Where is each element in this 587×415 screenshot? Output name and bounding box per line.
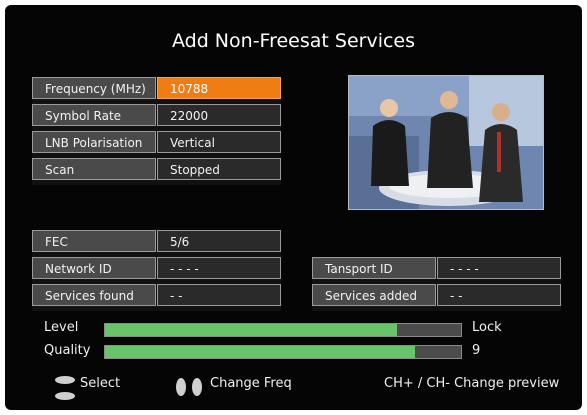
level-status: Lock <box>472 320 502 335</box>
services-added-value: - - <box>437 284 561 306</box>
level-bar-fill <box>105 324 397 336</box>
info-row-services-found: Services found - - <box>32 284 281 308</box>
polarisation-value[interactable]: Vertical <box>157 131 281 153</box>
network-id-value: - - - - <box>157 257 281 279</box>
channel-preview <box>348 75 544 210</box>
scan-label: Scan <box>32 158 156 180</box>
scan-value[interactable]: Stopped <box>157 158 281 180</box>
info-row-services-added: Services added - - <box>312 284 561 308</box>
page-title: Add Non-Freesat Services <box>171 30 416 52</box>
hint-change-preview: CH+ / CH- Change preview <box>384 376 560 391</box>
services-found-label: Services found <box>32 284 156 306</box>
services-found-value: - - <box>157 284 281 306</box>
quality-bar <box>104 345 462 359</box>
network-id-label: Network ID <box>32 257 156 279</box>
quality-value: 9 <box>472 343 481 358</box>
info-table-left: FEC 5/6 Network ID - - - - Services foun… <box>32 230 281 311</box>
frequency-label: Frequency (MHz) <box>32 77 156 99</box>
info-table-right: Tansport ID - - - - Services added - - <box>312 257 561 311</box>
level-bar <box>104 323 462 337</box>
quality-label: Quality <box>44 343 91 358</box>
frequency-value[interactable]: 10788 <box>157 77 281 99</box>
tuning-table: Frequency (MHz) 10788 Symbol Rate 22000 … <box>32 77 281 185</box>
symbol-rate-label: Symbol Rate <box>32 104 156 126</box>
transport-id-value: - - - - <box>437 257 561 279</box>
hint-change-freq: Change Freq <box>210 376 292 391</box>
symbol-rate-value[interactable]: 22000 <box>157 104 281 126</box>
level-label: Level <box>44 320 79 335</box>
info-row-fec: FEC 5/6 <box>32 230 281 254</box>
tuning-row-polarisation[interactable]: LNB Polarisation Vertical <box>32 131 281 155</box>
services-added-label: Services added <box>312 284 436 306</box>
polarisation-label: LNB Polarisation <box>32 131 156 153</box>
hint-select: Select <box>80 376 121 391</box>
tuning-row-symbol-rate[interactable]: Symbol Rate 22000 <box>32 104 281 128</box>
tuning-row-scan[interactable]: Scan Stopped <box>32 158 281 182</box>
tuning-row-frequency[interactable]: Frequency (MHz) 10788 <box>32 77 281 101</box>
left-right-arrows-icon <box>176 378 202 396</box>
info-row-network-id: Network ID - - - - <box>32 257 281 281</box>
transport-id-label: Tansport ID <box>312 257 436 279</box>
info-row-transport-id: Tansport ID - - - - <box>312 257 561 281</box>
fec-value: 5/6 <box>157 230 281 252</box>
quality-bar-fill <box>105 346 415 358</box>
preview-image <box>349 76 543 209</box>
ok-button-icon <box>55 376 75 400</box>
fec-label: FEC <box>32 230 156 252</box>
